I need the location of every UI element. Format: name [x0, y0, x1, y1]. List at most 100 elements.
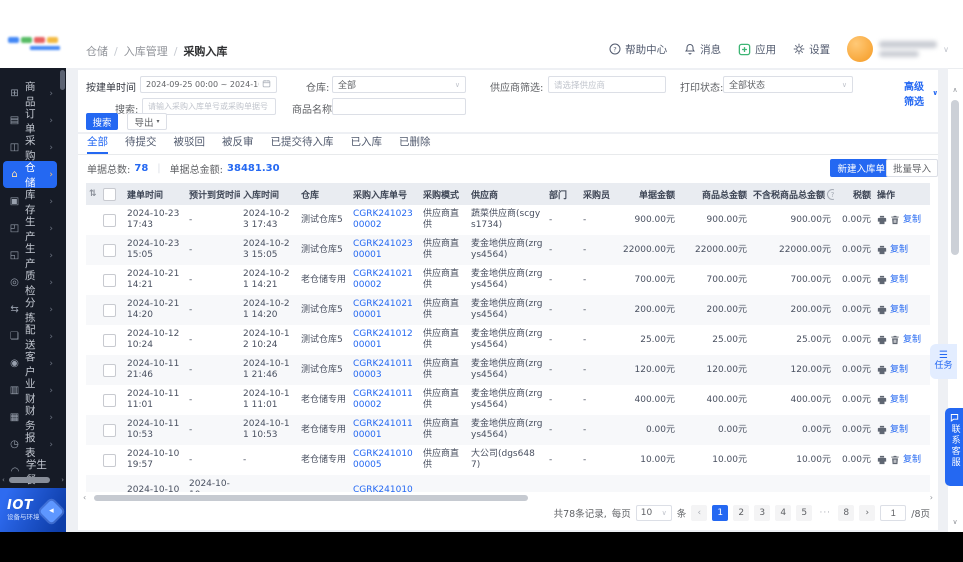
sidebar-hscroll-thumb[interactable]: [9, 477, 50, 483]
tab-0[interactable]: 全部: [87, 135, 108, 154]
message-button[interactable]: 消息: [684, 42, 721, 57]
order-no-link[interactable]: CGRK241010: [353, 485, 413, 493]
printer-icon[interactable]: [877, 305, 887, 315]
sidebar-item-0[interactable]: ⊞商品›: [3, 80, 57, 107]
page-button-8[interactable]: 8: [838, 505, 854, 521]
help-tooltip-icon[interactable]: ?: [827, 189, 834, 200]
sidebar-item-7[interactable]: ◎质检›: [3, 269, 57, 296]
sidebar-item-2[interactable]: ◫采购›: [3, 134, 57, 161]
printer-icon[interactable]: [877, 365, 887, 375]
page-button-3[interactable]: 3: [754, 505, 770, 521]
delete-icon[interactable]: [890, 335, 900, 345]
help-center-button[interactable]: ? 帮助中心: [609, 42, 667, 57]
printer-icon[interactable]: [877, 215, 887, 225]
search-button[interactable]: 搜索: [86, 113, 118, 130]
sidebar-item-8[interactable]: ⇆分拣›: [3, 296, 57, 323]
sidebar-item-11[interactable]: ▥业财›: [3, 377, 57, 404]
time-type-select[interactable]: 按建单时间 ∨: [86, 79, 148, 94]
printer-icon[interactable]: [877, 395, 887, 405]
vscroll-thumb[interactable]: [951, 100, 959, 255]
copy-link[interactable]: 复制: [890, 245, 908, 256]
printer-icon[interactable]: [877, 425, 887, 435]
sidebar-item-6[interactable]: ◱生产›: [3, 242, 57, 269]
row-checkbox[interactable]: [103, 424, 116, 437]
copy-link[interactable]: 复制: [890, 275, 908, 286]
select-all-checkbox[interactable]: [103, 188, 116, 201]
sidebar-item-13[interactable]: ◷报表›: [3, 431, 57, 458]
supplier-select-input[interactable]: [548, 76, 666, 93]
copy-link[interactable]: 复制: [890, 395, 908, 406]
row-checkbox[interactable]: [103, 214, 116, 227]
sidebar-item-9[interactable]: ❏配送›: [3, 323, 57, 350]
sidebar-horizontal-scrollbar[interactable]: ‹ ›: [2, 476, 64, 484]
order-no-link[interactable]: CGRK24101100003: [353, 359, 413, 380]
tab-6[interactable]: 已删除: [399, 135, 431, 154]
order-no-link[interactable]: CGRK24102100001: [353, 299, 413, 320]
order-no-link[interactable]: CGRK24102300002: [353, 209, 413, 230]
product-name-input[interactable]: [332, 98, 466, 115]
hscroll-thumb[interactable]: [94, 495, 528, 501]
delete-icon[interactable]: [890, 215, 900, 225]
table-horizontal-scrollbar[interactable]: ‹ ›: [87, 495, 929, 502]
row-checkbox[interactable]: [103, 334, 116, 347]
sidebar-item-3[interactable]: ⌂仓储›: [3, 161, 57, 188]
sidebar-item-1[interactable]: ▤订单›: [3, 107, 57, 134]
row-checkbox[interactable]: [103, 364, 116, 377]
pager-ellipsis[interactable]: ···: [817, 505, 833, 521]
scroll-left-icon[interactable]: ‹: [2, 476, 5, 484]
order-no-link[interactable]: CGRK24102300001: [353, 239, 413, 260]
scroll-left-icon[interactable]: ‹: [83, 493, 86, 502]
order-no-link[interactable]: CGRK24101200001: [353, 329, 413, 350]
row-checkbox[interactable]: [103, 304, 116, 317]
page-button-2[interactable]: 2: [733, 505, 749, 521]
order-no-link[interactable]: CGRK24101000005: [353, 449, 413, 470]
copy-link[interactable]: 复制: [903, 455, 921, 466]
row-checkbox[interactable]: [103, 454, 116, 467]
page-size-select[interactable]: 10 ∨: [636, 505, 672, 521]
copy-link[interactable]: 复制: [903, 335, 921, 346]
tab-5[interactable]: 已入库: [351, 135, 383, 154]
copy-link[interactable]: 复制: [890, 425, 908, 436]
scroll-right-icon[interactable]: ›: [930, 493, 933, 502]
avatar[interactable]: [847, 36, 873, 62]
advanced-filter-link[interactable]: 高级筛选 ∨: [904, 78, 938, 108]
sidebar-scrollbar-thumb[interactable]: [60, 70, 65, 90]
sidebar-item-5[interactable]: ◰生产›: [3, 215, 57, 242]
printer-icon[interactable]: [877, 335, 887, 345]
breadcrumb-warehouse[interactable]: 仓储: [86, 43, 108, 59]
printer-icon[interactable]: [877, 455, 887, 465]
row-checkbox[interactable]: [103, 274, 116, 287]
scroll-right-icon[interactable]: ›: [61, 476, 64, 484]
sidebar-item-10[interactable]: ◉客户›: [3, 350, 57, 377]
delete-icon[interactable]: [890, 455, 900, 465]
sidebar-item-12[interactable]: ▦财务›: [3, 404, 57, 431]
printer-icon[interactable]: [877, 245, 887, 255]
sidebar-item-4[interactable]: ▣库存›: [3, 188, 57, 215]
row-checkbox[interactable]: [103, 394, 116, 407]
prev-page-button[interactable]: ‹: [691, 505, 707, 521]
order-no-link[interactable]: CGRK24101100002: [353, 389, 413, 410]
tab-2[interactable]: 被驳回: [174, 135, 206, 154]
breadcrumb-inbound-mgmt[interactable]: 入库管理: [124, 43, 168, 59]
row-checkbox[interactable]: [103, 244, 116, 257]
tab-1[interactable]: 待提交: [125, 135, 157, 154]
page-button-5[interactable]: 5: [796, 505, 812, 521]
copy-link[interactable]: 复制: [890, 365, 908, 376]
new-inbound-button[interactable]: 新建入库单: [830, 159, 892, 177]
copy-link[interactable]: 复制: [903, 215, 921, 226]
column-settings-icon[interactable]: ⇅: [86, 183, 100, 205]
scroll-up-icon[interactable]: ∧: [948, 86, 962, 94]
export-button[interactable]: 导出 ▾: [127, 113, 167, 130]
page-button-1[interactable]: 1: [712, 505, 728, 521]
date-range-input[interactable]: 2024-09-25 00:00 ~ 2024-10-24 24:00: [140, 76, 277, 93]
order-no-link[interactable]: CGRK24102100002: [353, 269, 413, 290]
tab-4[interactable]: 已提交待入库: [271, 135, 334, 154]
apps-button[interactable]: 应用: [738, 42, 776, 57]
customer-service-widget[interactable]: 联系客服: [945, 408, 963, 486]
task-widget[interactable]: ☰ 任务: [930, 344, 957, 379]
printer-icon[interactable]: [877, 275, 887, 285]
next-page-button[interactable]: ›: [859, 505, 875, 521]
print-status-select[interactable]: 全部状态 ∨: [723, 76, 853, 93]
batch-import-button[interactable]: 批量导入: [886, 159, 938, 177]
settings-button[interactable]: 设置: [793, 42, 830, 57]
